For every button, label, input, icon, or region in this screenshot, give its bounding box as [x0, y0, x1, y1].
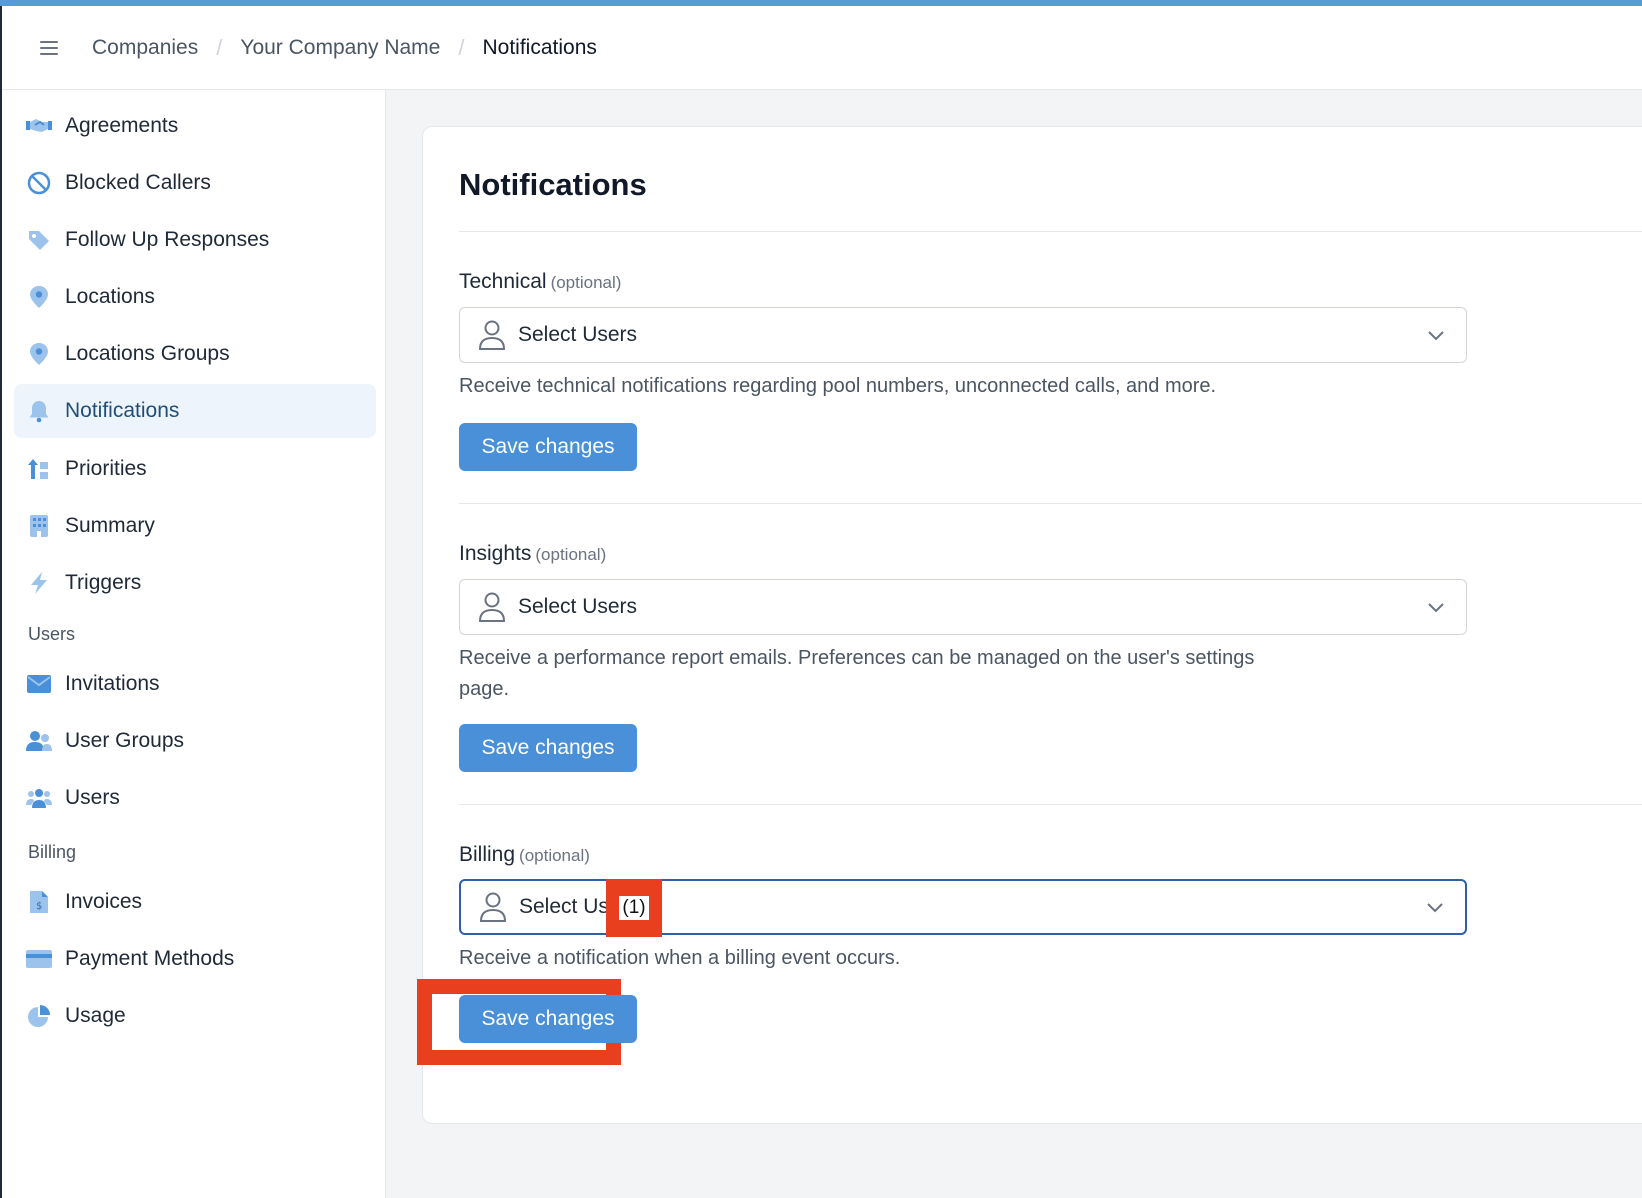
- divider: [459, 231, 1642, 232]
- sidebar-item-agreements[interactable]: Agreements: [14, 99, 376, 153]
- sidebar-item-label: Triggers: [65, 571, 142, 594]
- sidebar-item-label: Users: [65, 786, 120, 809]
- billing-save-button[interactable]: Save changes: [459, 995, 637, 1043]
- sidebar-item-label: Invoices: [65, 890, 143, 913]
- optional-hint: (optional): [519, 846, 590, 865]
- user-group-icon: [26, 728, 52, 754]
- sidebar-item-label: Invitations: [65, 672, 160, 695]
- billing-help-text: Receive a notification when a billing ev…: [459, 947, 901, 969]
- handshake-icon: [26, 113, 52, 139]
- sidebar-item-label: Summary: [65, 514, 155, 537]
- sidebar-section-billing: Billing: [28, 842, 77, 862]
- breadcrumb-separator: /: [216, 34, 223, 60]
- svg-text:$: $: [36, 901, 42, 912]
- sidebar-item-label: Blocked Callers: [65, 171, 211, 194]
- technical-users-select[interactable]: Select Users: [459, 307, 1467, 363]
- notifications-card: Notifications Technical (optional) Select…: [417, 126, 1642, 1124]
- sidebar-item-invoices[interactable]: $ Invoices: [14, 875, 376, 929]
- sidebar-item-blocked-callers[interactable]: Blocked Callers: [14, 156, 376, 210]
- page-title: Notifications: [459, 167, 647, 202]
- selected-count-text: (1): [619, 896, 649, 920]
- priority-icon: [26, 456, 52, 482]
- technical-label-text: Technical: [459, 270, 547, 293]
- sidebar-item-label: Notifications: [65, 399, 180, 422]
- insights-users-select[interactable]: Select Users: [459, 579, 1467, 635]
- sidebar-item-user-groups[interactable]: User Groups: [14, 714, 376, 768]
- sidebar-item-label: Locations Groups: [65, 342, 230, 365]
- select-placeholder: Select Users: [518, 323, 638, 346]
- tag-icon: [26, 227, 52, 253]
- sidebar-item-invitations[interactable]: Invitations: [14, 657, 376, 711]
- user-icon: [479, 891, 507, 923]
- chevron-down-icon: [1426, 599, 1446, 615]
- sidebar-item-summary[interactable]: Summary: [14, 499, 376, 553]
- insights-label: Insights (optional): [459, 542, 606, 566]
- sidebar-item-label: Agreements: [65, 114, 179, 137]
- sidebar-item-users[interactable]: Users: [14, 771, 376, 825]
- selected-count-badge: (1): [606, 879, 662, 937]
- sidebar-item-triggers[interactable]: Triggers: [14, 556, 376, 610]
- technical-help-text: Receive technical notifications regardin…: [459, 375, 1217, 397]
- users-icon: [26, 785, 52, 811]
- billing-label-text: Billing: [459, 843, 516, 866]
- sidebar-item-locations-groups[interactable]: Locations Groups: [14, 327, 376, 381]
- sidebar: Agreements Blocked Callers Follow Up Res…: [2, 90, 386, 1198]
- location-pin-icon: [26, 341, 52, 367]
- optional-hint: (optional): [535, 545, 607, 564]
- breadcrumb-companies[interactable]: Companies: [92, 36, 198, 60]
- sidebar-item-notifications[interactable]: Notifications: [14, 384, 376, 438]
- invoice-icon: $: [26, 889, 52, 915]
- credit-card-icon: [26, 946, 52, 972]
- insights-help-text: Receive a performance report emails. Pre…: [459, 647, 1255, 700]
- sidebar-item-label: User Groups: [65, 729, 185, 752]
- optional-hint: (optional): [550, 273, 622, 292]
- technical-save-button[interactable]: Save changes: [459, 423, 637, 471]
- hamburger-menu-icon[interactable]: [40, 40, 58, 55]
- pie-chart-icon: [26, 1003, 52, 1029]
- sidebar-item-label: Usage: [65, 1004, 126, 1027]
- user-icon: [478, 319, 506, 351]
- sidebar-item-label: Priorities: [65, 457, 147, 480]
- chevron-down-icon: [1425, 899, 1445, 915]
- sidebar-item-priorities[interactable]: Priorities: [14, 442, 376, 496]
- billing-label: Billing (optional): [459, 843, 590, 867]
- technical-label: Technical (optional): [459, 270, 621, 294]
- breadcrumb: Companies / Your Company Name / Notifica…: [92, 35, 597, 61]
- chevron-down-icon: [1426, 327, 1446, 343]
- sidebar-item-usage[interactable]: Usage: [14, 989, 376, 1043]
- user-icon: [478, 591, 506, 623]
- select-placeholder: Select Users: [518, 595, 638, 618]
- divider: [459, 503, 1642, 504]
- envelope-icon: [26, 671, 52, 697]
- sidebar-item-payment-methods[interactable]: Payment Methods: [14, 932, 376, 986]
- divider: [459, 804, 1642, 805]
- sidebar-item-label: Follow Up Responses: [65, 228, 270, 251]
- sidebar-section-users: Users: [28, 624, 76, 644]
- building-icon: [26, 513, 52, 539]
- blocked-icon: [26, 170, 52, 196]
- breadcrumb-current: Notifications: [482, 35, 597, 59]
- insights-label-text: Insights: [459, 542, 532, 565]
- sidebar-item-locations[interactable]: Locations: [14, 270, 376, 324]
- lightning-icon: [26, 570, 52, 596]
- location-pin-icon: [26, 284, 52, 310]
- top-header: Companies / Your Company Name / Notifica…: [2, 6, 1642, 90]
- breadcrumb-company[interactable]: Your Company Name: [240, 36, 440, 60]
- sidebar-item-label: Locations: [65, 285, 155, 308]
- sidebar-item-label: Payment Methods: [65, 947, 235, 970]
- insights-save-button[interactable]: Save changes: [459, 724, 637, 772]
- sidebar-item-follow-up-responses[interactable]: Follow Up Responses: [14, 213, 376, 267]
- bell-icon: [26, 398, 52, 424]
- breadcrumb-separator: /: [458, 34, 465, 60]
